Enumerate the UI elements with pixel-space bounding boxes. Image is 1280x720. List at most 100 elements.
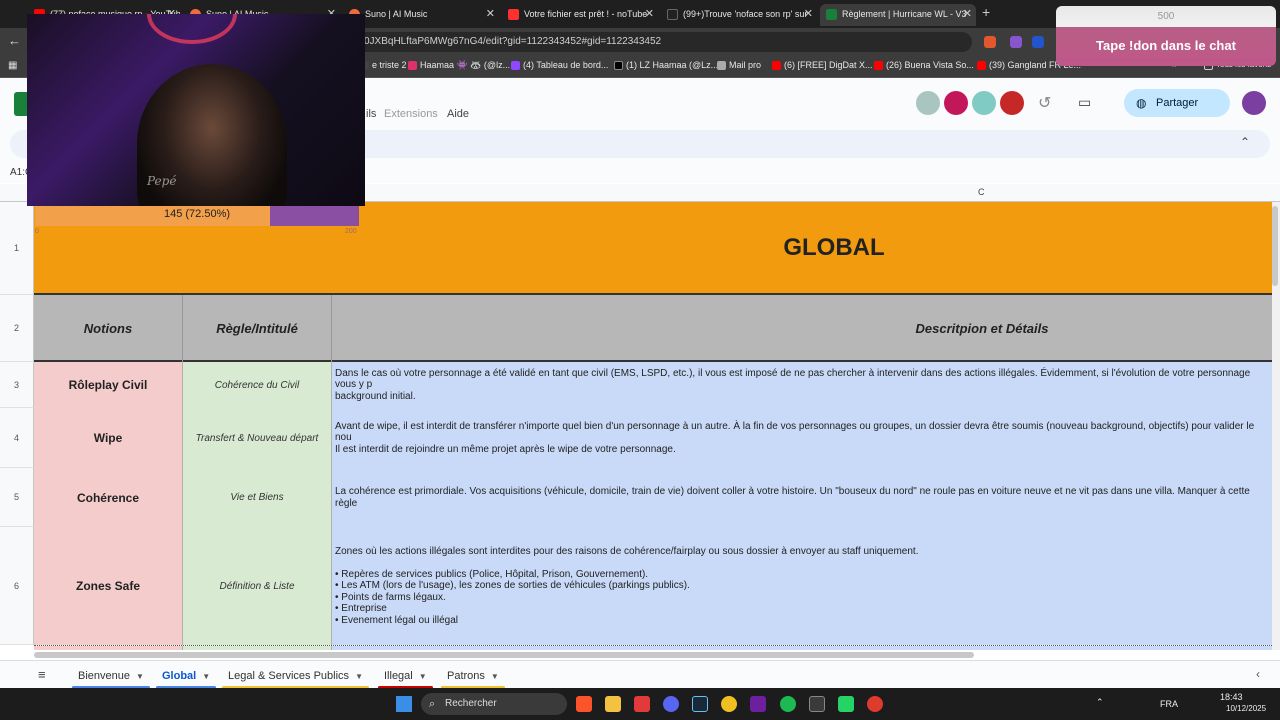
description-cell[interactable]: Avant de wipe, il est interdit de transf… (332, 408, 1272, 468)
new-tab-button[interactable]: + (982, 4, 990, 20)
bookmark-item[interactable]: (26) Buena Vista So... (874, 60, 974, 70)
clock-date[interactable]: 10/12/2025 (1226, 704, 1266, 713)
row-number[interactable]: 2 (0, 295, 34, 362)
row-number[interactable]: 5 (0, 468, 34, 527)
apps-grid-icon[interactable]: ▦ (8, 60, 17, 71)
chevron-down-icon[interactable]: ▼ (419, 672, 427, 681)
chevron-down-icon[interactable]: ▼ (202, 672, 210, 681)
description-cell[interactable]: Dans le cas où votre personnage a été va… (332, 362, 1272, 408)
chevron-down-icon[interactable]: ▼ (355, 672, 363, 681)
notion-cell[interactable]: Zones Safe (34, 527, 183, 645)
history-icon[interactable]: ↺ (1038, 93, 1051, 113)
tray-chevron-icon[interactable]: ⌃ (1096, 697, 1104, 708)
bookmark-item[interactable]: e triste 2 (360, 60, 407, 70)
app-icon[interactable] (809, 696, 825, 712)
header-regle[interactable]: Règle/Intitulé (183, 295, 332, 362)
close-icon[interactable]: ✕ (963, 4, 972, 24)
close-icon[interactable]: ✕ (486, 4, 495, 24)
youtube-icon (772, 61, 781, 70)
ring-light (147, 14, 237, 44)
clock-time[interactable]: 18:43 (1220, 692, 1243, 702)
bookmark-item[interactable]: Haamaa 👾 🦝 (@lz... (408, 60, 510, 71)
discord-icon[interactable] (663, 696, 679, 712)
menu-tools[interactable]: ils (366, 108, 376, 120)
close-icon[interactable]: ✕ (804, 4, 813, 24)
menu-help[interactable]: Aide (447, 108, 469, 120)
chrome-icon[interactable] (867, 696, 883, 712)
twitch-icon (511, 61, 520, 70)
vertical-scrollbar[interactable] (1272, 202, 1280, 650)
chevron-up-icon[interactable]: ⌃ (1240, 135, 1250, 149)
scroll-thumb[interactable] (1272, 206, 1278, 286)
app-icon[interactable] (721, 696, 737, 712)
taskbar-search[interactable]: ⌕ Rechercher (421, 693, 567, 715)
sheet-tab-active[interactable]: Global ▼ (156, 670, 217, 689)
extension-icon[interactable] (1010, 36, 1022, 48)
steam-icon[interactable] (692, 696, 708, 712)
video-call-icon[interactable]: ▭ (1078, 94, 1091, 111)
collaborator-avatar[interactable] (972, 91, 996, 115)
extension-icon[interactable] (984, 36, 996, 48)
browser-tab[interactable]: (99+)Trouve 'noface son rp' sur ✕ (661, 4, 817, 26)
page-title: GLOBAL (783, 234, 885, 261)
rule-cell[interactable]: Vie et Biens (183, 468, 332, 527)
row-number[interactable]: 1 (0, 202, 34, 295)
language-indicator[interactable]: FRA (1160, 699, 1178, 709)
sheet-tab[interactable]: Illegal ▼ (378, 670, 433, 689)
notube-icon (508, 9, 519, 20)
description-cell[interactable]: Zones où les actions illégales sont inte… (332, 527, 1272, 645)
close-icon[interactable]: ✕ (645, 4, 654, 24)
avatar[interactable] (1242, 91, 1266, 115)
notion-cell[interactable]: Cohérence (34, 468, 183, 527)
brave-icon[interactable] (576, 696, 592, 712)
back-arrow-icon[interactable]: ← (8, 33, 21, 48)
browser-tab-active[interactable]: Règlement | Hurricane WL - V3 ✕ (820, 4, 976, 26)
sheet-tab-bar: ≡ Bienvenue ▼ Global ▼ Legal & Services Pu… (0, 660, 1280, 689)
app-icon[interactable] (634, 696, 650, 712)
rule-cell[interactable]: Cohérence du Civil (183, 362, 332, 408)
header-notions[interactable]: Notions (34, 295, 183, 362)
progress-min: 0 (35, 228, 39, 235)
menu-extensions[interactable]: Extensions (384, 108, 438, 120)
folder-icon[interactable] (605, 696, 621, 712)
windows-start-icon[interactable] (396, 696, 412, 712)
chevron-down-icon[interactable]: ▼ (491, 672, 499, 681)
donation-widget: 500 Tape !don dans le chat (1056, 6, 1276, 66)
collaborator-avatar[interactable] (1000, 91, 1024, 115)
bookmark-item[interactable]: (1) LZ Haamaa (@Lz... (614, 60, 718, 70)
app-icon[interactable] (750, 696, 766, 712)
next-row-cell (34, 646, 183, 650)
collaborator-avatar[interactable] (944, 91, 968, 115)
bookmark-item[interactable]: Mail pro (717, 60, 761, 70)
notion-cell[interactable]: Rôleplay Civil (34, 362, 183, 408)
description-cell[interactable]: La cohérence est primordiale. Vos acquis… (332, 468, 1272, 527)
notion-cell[interactable]: Wipe (34, 408, 183, 468)
rule-cell[interactable]: Définition & Liste (183, 527, 332, 645)
bookmark-item[interactable]: (6) [FREE] DigDat X... (772, 60, 873, 70)
header-description[interactable]: Descritpion et Détails (332, 295, 1272, 362)
chevron-left-icon[interactable]: ‹ (1256, 667, 1260, 681)
url-input[interactable]: 0JXBqHLftaP6MWg67nG4/edit?gid=1122343452… (352, 32, 972, 52)
app-icon[interactable] (838, 696, 854, 712)
chevron-down-icon[interactable]: ▼ (136, 672, 144, 681)
spotify-icon[interactable] (780, 696, 796, 712)
row-number[interactable]: 6 (0, 527, 34, 645)
sheet-tab[interactable]: Patrons ▼ (441, 670, 505, 689)
browser-tab[interactable]: Suno | AI Music✕ (343, 4, 499, 26)
row-number[interactable]: 3 (0, 362, 34, 408)
browser-tab[interactable]: Votre fichier est prêt ! - noTube ✕ (502, 4, 658, 26)
sheet-tab[interactable]: Bienvenue ▼ (72, 670, 150, 689)
globe-icon: ◍ (1136, 96, 1147, 110)
extension-icon[interactable] (1032, 36, 1044, 48)
column-c-header[interactable]: C (978, 187, 985, 197)
spreadsheet-grid: 1 GLOBAL 2 Notions Règle/Intitulé Descri… (0, 202, 1272, 650)
all-sheets-icon[interactable]: ≡ (38, 667, 46, 682)
share-button[interactable]: ◍ Partager (1124, 89, 1230, 117)
collaborator-avatar[interactable] (916, 91, 940, 115)
bookmark-item[interactable]: (4) Tableau de bord... (511, 60, 608, 70)
horizontal-scrollbar[interactable] (34, 652, 974, 658)
goal-progress-bar: 145 (72.50%) (35, 206, 359, 226)
sheet-tab[interactable]: Legal & Services Publics ▼ (222, 670, 369, 689)
rule-cell[interactable]: Transfert & Nouveau départ (183, 408, 332, 468)
row-number[interactable]: 4 (0, 408, 34, 468)
